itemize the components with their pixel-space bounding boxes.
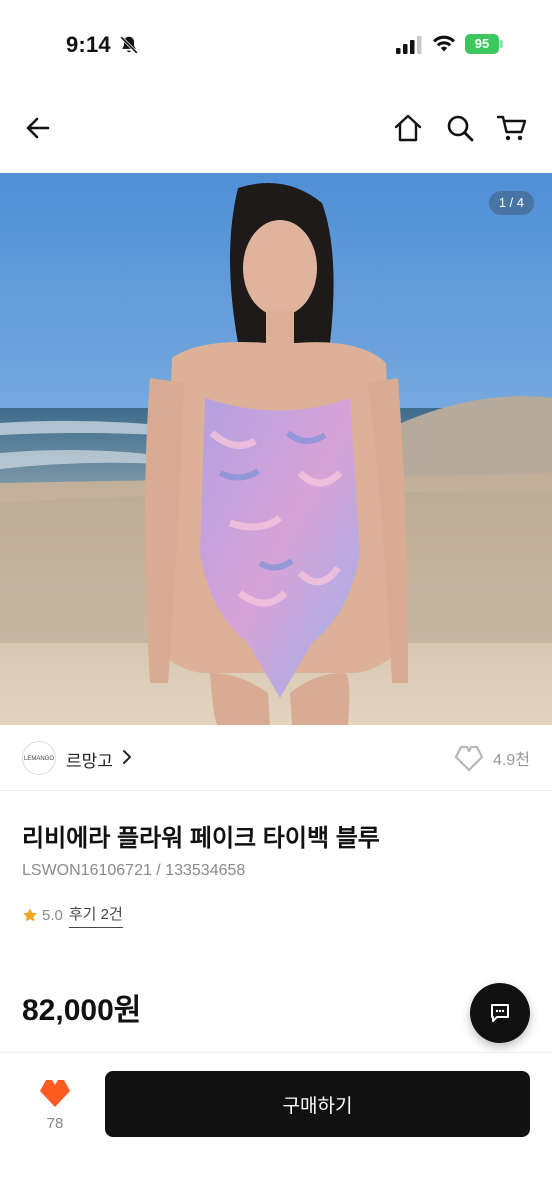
status-time: 9:14 xyxy=(66,32,111,57)
star-icon xyxy=(23,908,37,922)
image-counter: 1 / 4 xyxy=(488,191,534,215)
back-arrow-icon xyxy=(26,117,50,139)
brand-name-link[interactable]: 르망고 xyxy=(66,747,113,772)
product-code: LSWON16106721 / 133534658 xyxy=(22,862,246,879)
brand-like-count: 4.9천 xyxy=(493,752,530,769)
cart-button[interactable] xyxy=(492,108,532,148)
signal-icon xyxy=(396,36,422,54)
wish-button[interactable]: 78 xyxy=(30,1077,80,1141)
brand-like-button[interactable]: 4.9천 xyxy=(453,743,530,773)
rating-value: 5.0 xyxy=(42,906,63,924)
battery-tip xyxy=(500,40,503,48)
battery-indicator: 95 xyxy=(465,34,503,54)
chevron-right-icon xyxy=(123,750,131,764)
buy-button[interactable]: 구매하기 xyxy=(105,1071,530,1137)
review-link[interactable]: 후기 2건 xyxy=(68,903,123,928)
brand-logo[interactable]: LEMANGO xyxy=(22,741,56,775)
product-price: 82,000원 xyxy=(22,994,142,1027)
home-button[interactable] xyxy=(388,108,428,148)
back-button[interactable] xyxy=(18,108,58,148)
rating-row: 5.0 후기 2건 xyxy=(22,902,123,928)
battery-level: 95 xyxy=(465,34,499,54)
heart-outline-icon xyxy=(454,745,484,772)
brand-row: LEMANGO 르망고 4.9천 xyxy=(0,725,552,791)
wifi-icon xyxy=(433,35,455,52)
bell-muted-icon xyxy=(120,36,138,54)
home-icon xyxy=(394,114,422,142)
chat-button[interactable] xyxy=(470,983,530,1043)
search-icon xyxy=(447,115,474,142)
product-title: 리비에라 플라워 페이크 타이백 블루 xyxy=(22,825,380,852)
cart-icon xyxy=(496,115,527,141)
chat-icon xyxy=(491,1004,509,1022)
product-photo xyxy=(0,173,552,725)
bottom-bar: 78 구매하기 xyxy=(0,1052,552,1200)
search-button[interactable] xyxy=(440,108,480,148)
nav-bar xyxy=(0,92,552,172)
heart-filled-icon xyxy=(40,1080,70,1107)
status-bar: 9:14 95 xyxy=(0,0,552,92)
wish-count: 78 xyxy=(46,1115,64,1132)
product-image[interactable]: 1 / 4 xyxy=(0,173,552,725)
